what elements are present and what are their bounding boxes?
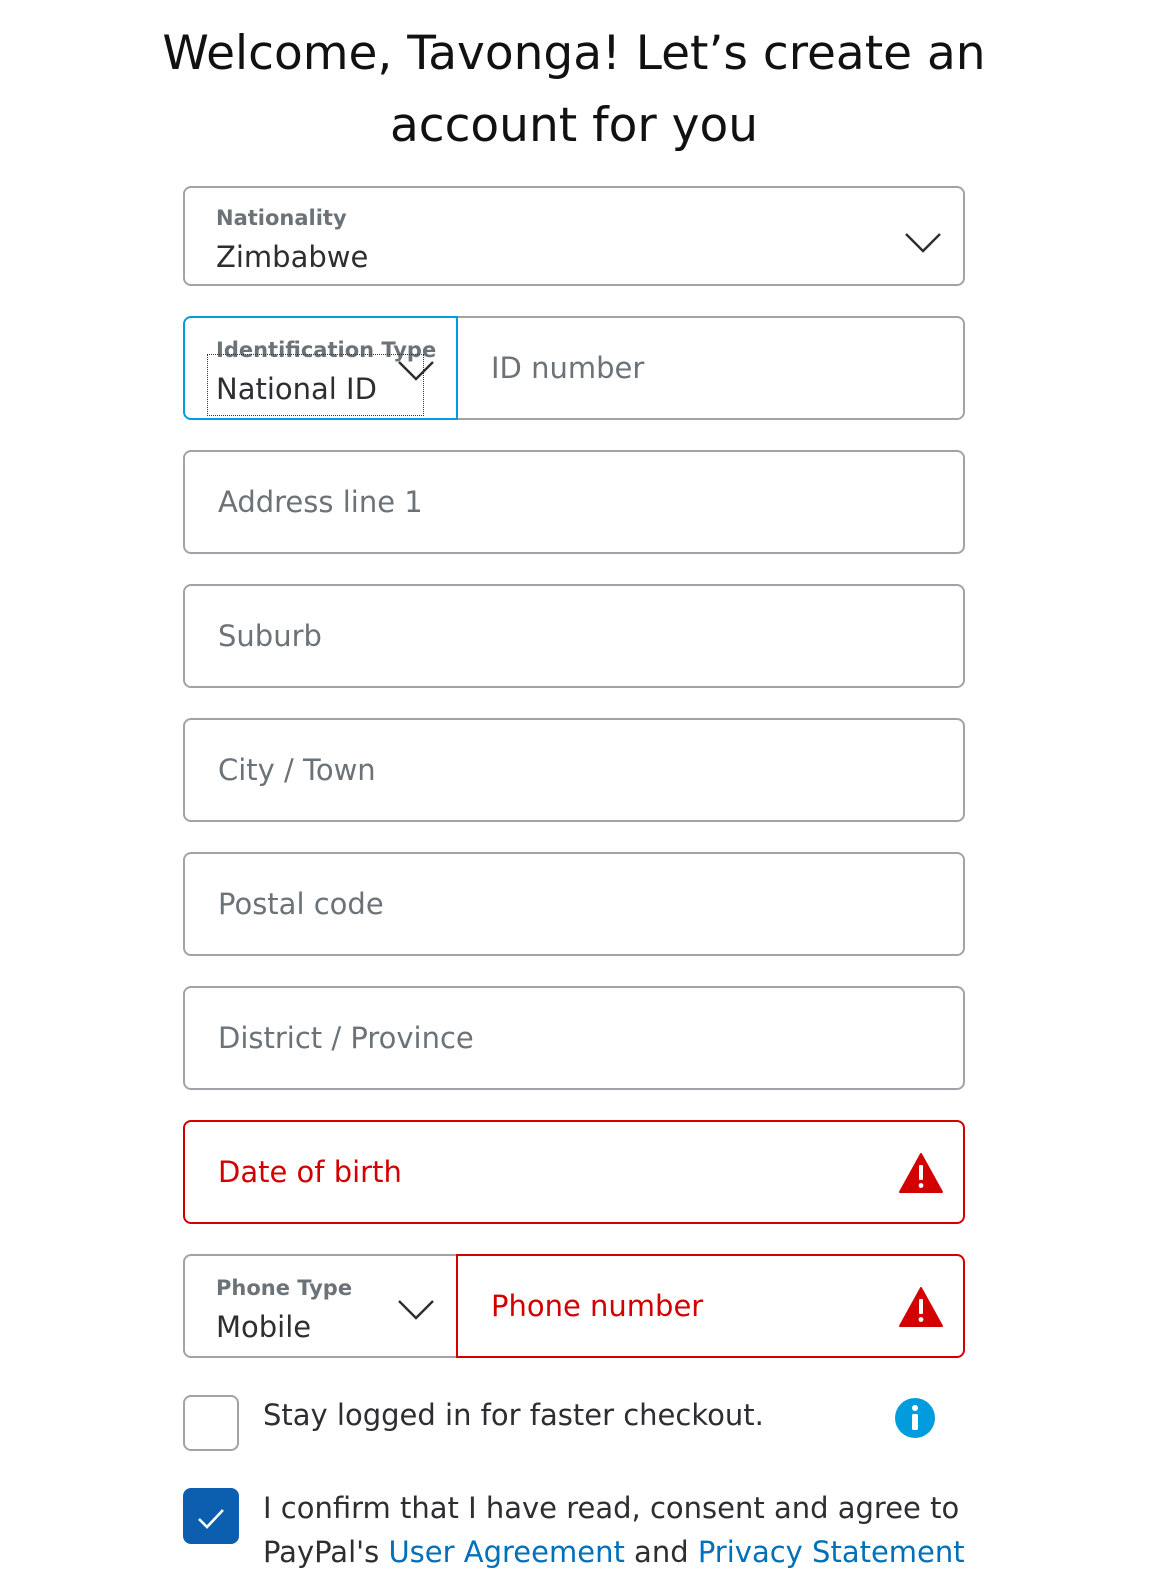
chevron-down-icon bbox=[905, 233, 941, 253]
suburb-placeholder: Suburb bbox=[218, 619, 322, 653]
city-town-placeholder: City / Town bbox=[218, 753, 376, 787]
suburb-input[interactable]: Suburb bbox=[183, 584, 965, 688]
district-province-input[interactable]: District / Province bbox=[183, 986, 965, 1090]
address-line-1-placeholder: Address line 1 bbox=[218, 485, 423, 519]
consent-prefix: PayPal's bbox=[263, 1535, 389, 1569]
phone-type-select[interactable]: Phone Type Mobile bbox=[183, 1254, 458, 1358]
date-of-birth-placeholder: Date of birth bbox=[218, 1155, 402, 1189]
chevron-down-icon bbox=[398, 1300, 434, 1320]
user-agreement-link[interactable]: User Agreement bbox=[388, 1535, 624, 1569]
consent-text-line-1: I confirm that I have read, consent and … bbox=[263, 1491, 960, 1525]
consent-checkbox[interactable] bbox=[183, 1488, 239, 1544]
address-line-1-input[interactable]: Address line 1 bbox=[183, 450, 965, 554]
district-province-placeholder: District / Province bbox=[218, 1021, 474, 1055]
date-of-birth-input[interactable]: Date of birth bbox=[183, 1120, 965, 1224]
id-number-placeholder: ID number bbox=[491, 351, 645, 385]
warning-icon bbox=[899, 1287, 943, 1327]
identification-type-select[interactable]: Identification Type National ID bbox=[183, 316, 458, 420]
privacy-statement-link[interactable]: Privacy Statement bbox=[698, 1535, 965, 1569]
stay-logged-in-checkbox[interactable] bbox=[183, 1395, 239, 1451]
postal-code-placeholder: Postal code bbox=[218, 887, 384, 921]
page-title-line-2: account for you bbox=[389, 98, 759, 153]
info-icon[interactable] bbox=[894, 1397, 936, 1439]
identification-type-label: Identification Type bbox=[216, 338, 437, 362]
stay-logged-in-label: Stay logged in for faster checkout. bbox=[263, 1398, 764, 1432]
phone-number-input[interactable]: Phone number bbox=[456, 1254, 965, 1358]
postal-code-input[interactable]: Postal code bbox=[183, 852, 965, 956]
nationality-label: Nationality bbox=[216, 206, 347, 230]
city-town-input[interactable]: City / Town bbox=[183, 718, 965, 822]
identification-type-value: National ID bbox=[216, 372, 377, 406]
warning-icon bbox=[899, 1153, 943, 1193]
nationality-select[interactable]: Nationality Zimbabwe bbox=[183, 186, 965, 286]
phone-number-placeholder: Phone number bbox=[491, 1289, 704, 1323]
consent-text-line-2: PayPal's User Agreement and Privacy Stat… bbox=[263, 1535, 965, 1569]
page-title: Welcome, Tavonga! Let’s create an accoun… bbox=[0, 18, 1148, 162]
phone-type-value: Mobile bbox=[216, 1310, 312, 1344]
nationality-value: Zimbabwe bbox=[216, 240, 369, 274]
page-title-line-1: Welcome, Tavonga! Let’s create an bbox=[162, 26, 986, 81]
checkmark-icon bbox=[198, 1509, 224, 1529]
chevron-down-icon bbox=[398, 361, 434, 381]
phone-type-label: Phone Type bbox=[216, 1276, 353, 1300]
consent-and: and bbox=[624, 1535, 698, 1569]
id-number-input[interactable]: ID number bbox=[456, 316, 965, 420]
